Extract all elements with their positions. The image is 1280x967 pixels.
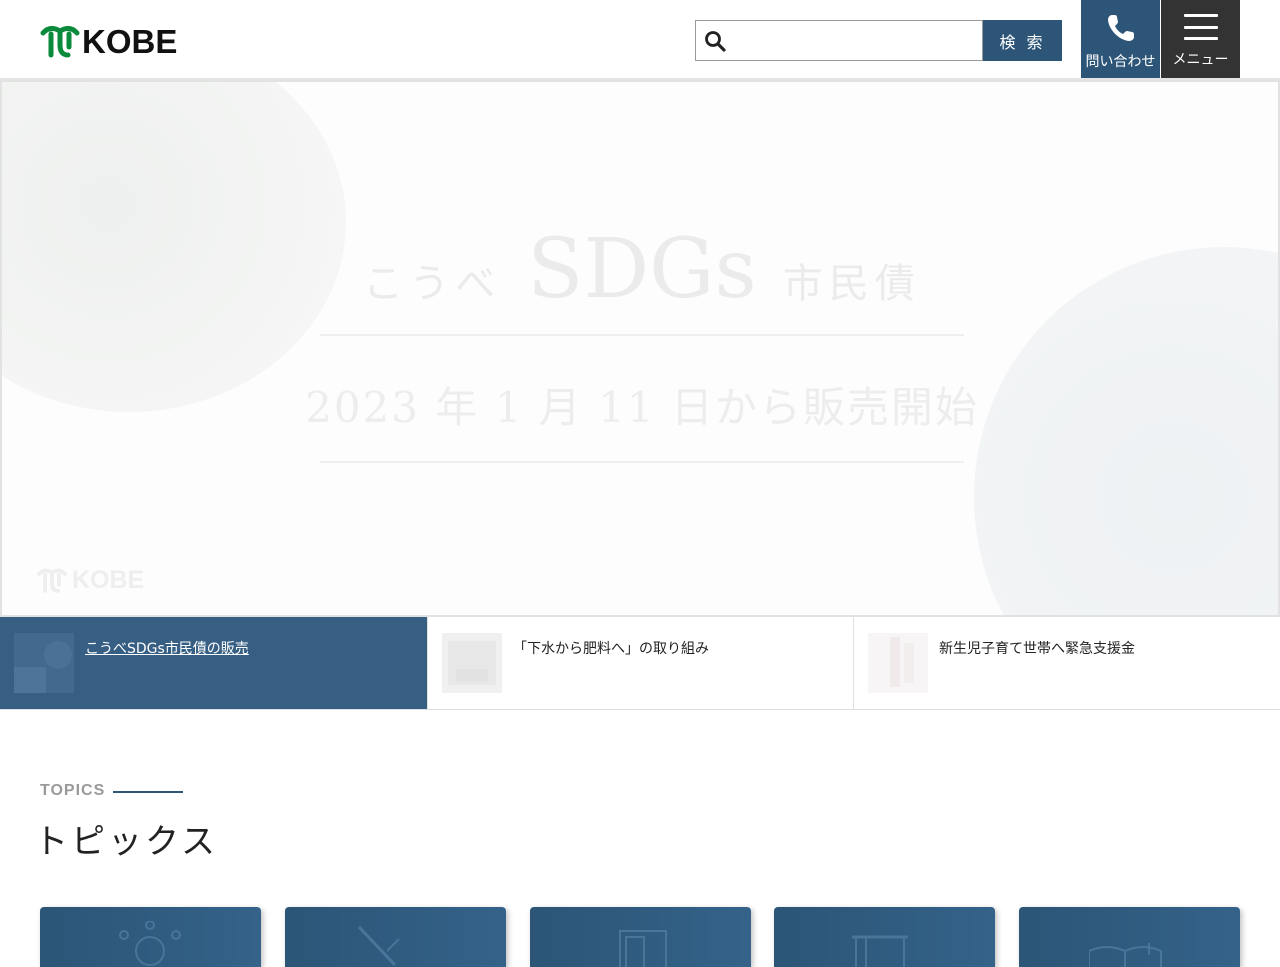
hero-divider-top — [320, 334, 964, 336]
feature-label: 新生児子育て世帯へ緊急支援金 — [939, 641, 1135, 657]
hero-title-prefix: こうべ — [363, 261, 502, 307]
hamburger-icon — [1183, 12, 1218, 42]
kobe-logo[interactable]: KOBE — [40, 24, 180, 60]
contact-button[interactable]: 問い合わせ — [1081, 0, 1160, 78]
topic-card-pen[interactable] — [285, 907, 506, 967]
search-button[interactable]: 検 索 — [983, 20, 1062, 61]
topic-card-building[interactable] — [774, 907, 995, 967]
kobe-emblem-icon — [40, 25, 80, 58]
hero-divider-bottom — [320, 461, 964, 463]
topics-eyebrow: TOPICS — [40, 782, 106, 799]
menu-button[interactable]: メニュー — [1161, 0, 1240, 78]
feature-thumbnail — [868, 633, 928, 693]
hero-title: こうべ SDGs 市民債 — [2, 222, 1278, 317]
building-icon — [852, 935, 908, 967]
hero-title-main: SDGs — [527, 222, 757, 317]
search-icon — [705, 31, 726, 52]
menu-label: メニュー — [1172, 52, 1229, 68]
site-header: KOBE 検 索 問い合わせ メニュー — [0, 0, 1280, 80]
book-icon — [1089, 943, 1162, 967]
document-icon — [619, 930, 667, 967]
kobe-emblem-icon — [37, 568, 67, 593]
hero-date: 2023 年 1 月 11 日から販売開始 — [305, 383, 979, 432]
topics-eyebrow-line — [113, 791, 183, 793]
feature-tab-sdgs-bond[interactable]: こうべSDGs市民債の販売 — [0, 617, 427, 709]
hero-logo-text: KOBE — [72, 566, 145, 594]
feature-tab-newborn-support[interactable]: 新生児子育て世帯へ緊急支援金 — [854, 617, 1280, 709]
hero-logo: KOBE — [36, 566, 144, 595]
contact-label: 問い合わせ — [1085, 54, 1156, 70]
feature-label: 「下水から肥料へ」の取り組み — [513, 641, 709, 657]
hero-banner[interactable]: こうべ SDGs 市民債 2023 年 1 月 11 日から販売開始 KOBE — [0, 80, 1280, 617]
feature-thumbnail — [14, 633, 74, 693]
search-box — [695, 20, 983, 61]
topic-card-book[interactable] — [1019, 907, 1240, 967]
topic-card-network[interactable] — [40, 907, 261, 967]
search-input[interactable] — [732, 25, 976, 58]
topic-card-document[interactable] — [530, 907, 751, 967]
pen-icon — [357, 925, 400, 967]
feature-thumbnail — [442, 633, 502, 693]
topics-title: トピックス — [34, 822, 218, 862]
hero-title-suffix: 市民債 — [782, 261, 921, 307]
phone-icon — [1107, 15, 1134, 41]
network-icon — [119, 921, 181, 966]
feature-tabs: こうべSDGs市民債の販売 「下水から肥料へ」の取り組み 新生児子育て世帯へ緊急… — [0, 617, 1280, 710]
feature-tab-sewage-fertilizer[interactable]: 「下水から肥料へ」の取り組み — [427, 617, 854, 709]
feature-label: こうべSDGs市民債の販売 — [85, 641, 249, 657]
logo-text: KOBE — [82, 23, 178, 60]
